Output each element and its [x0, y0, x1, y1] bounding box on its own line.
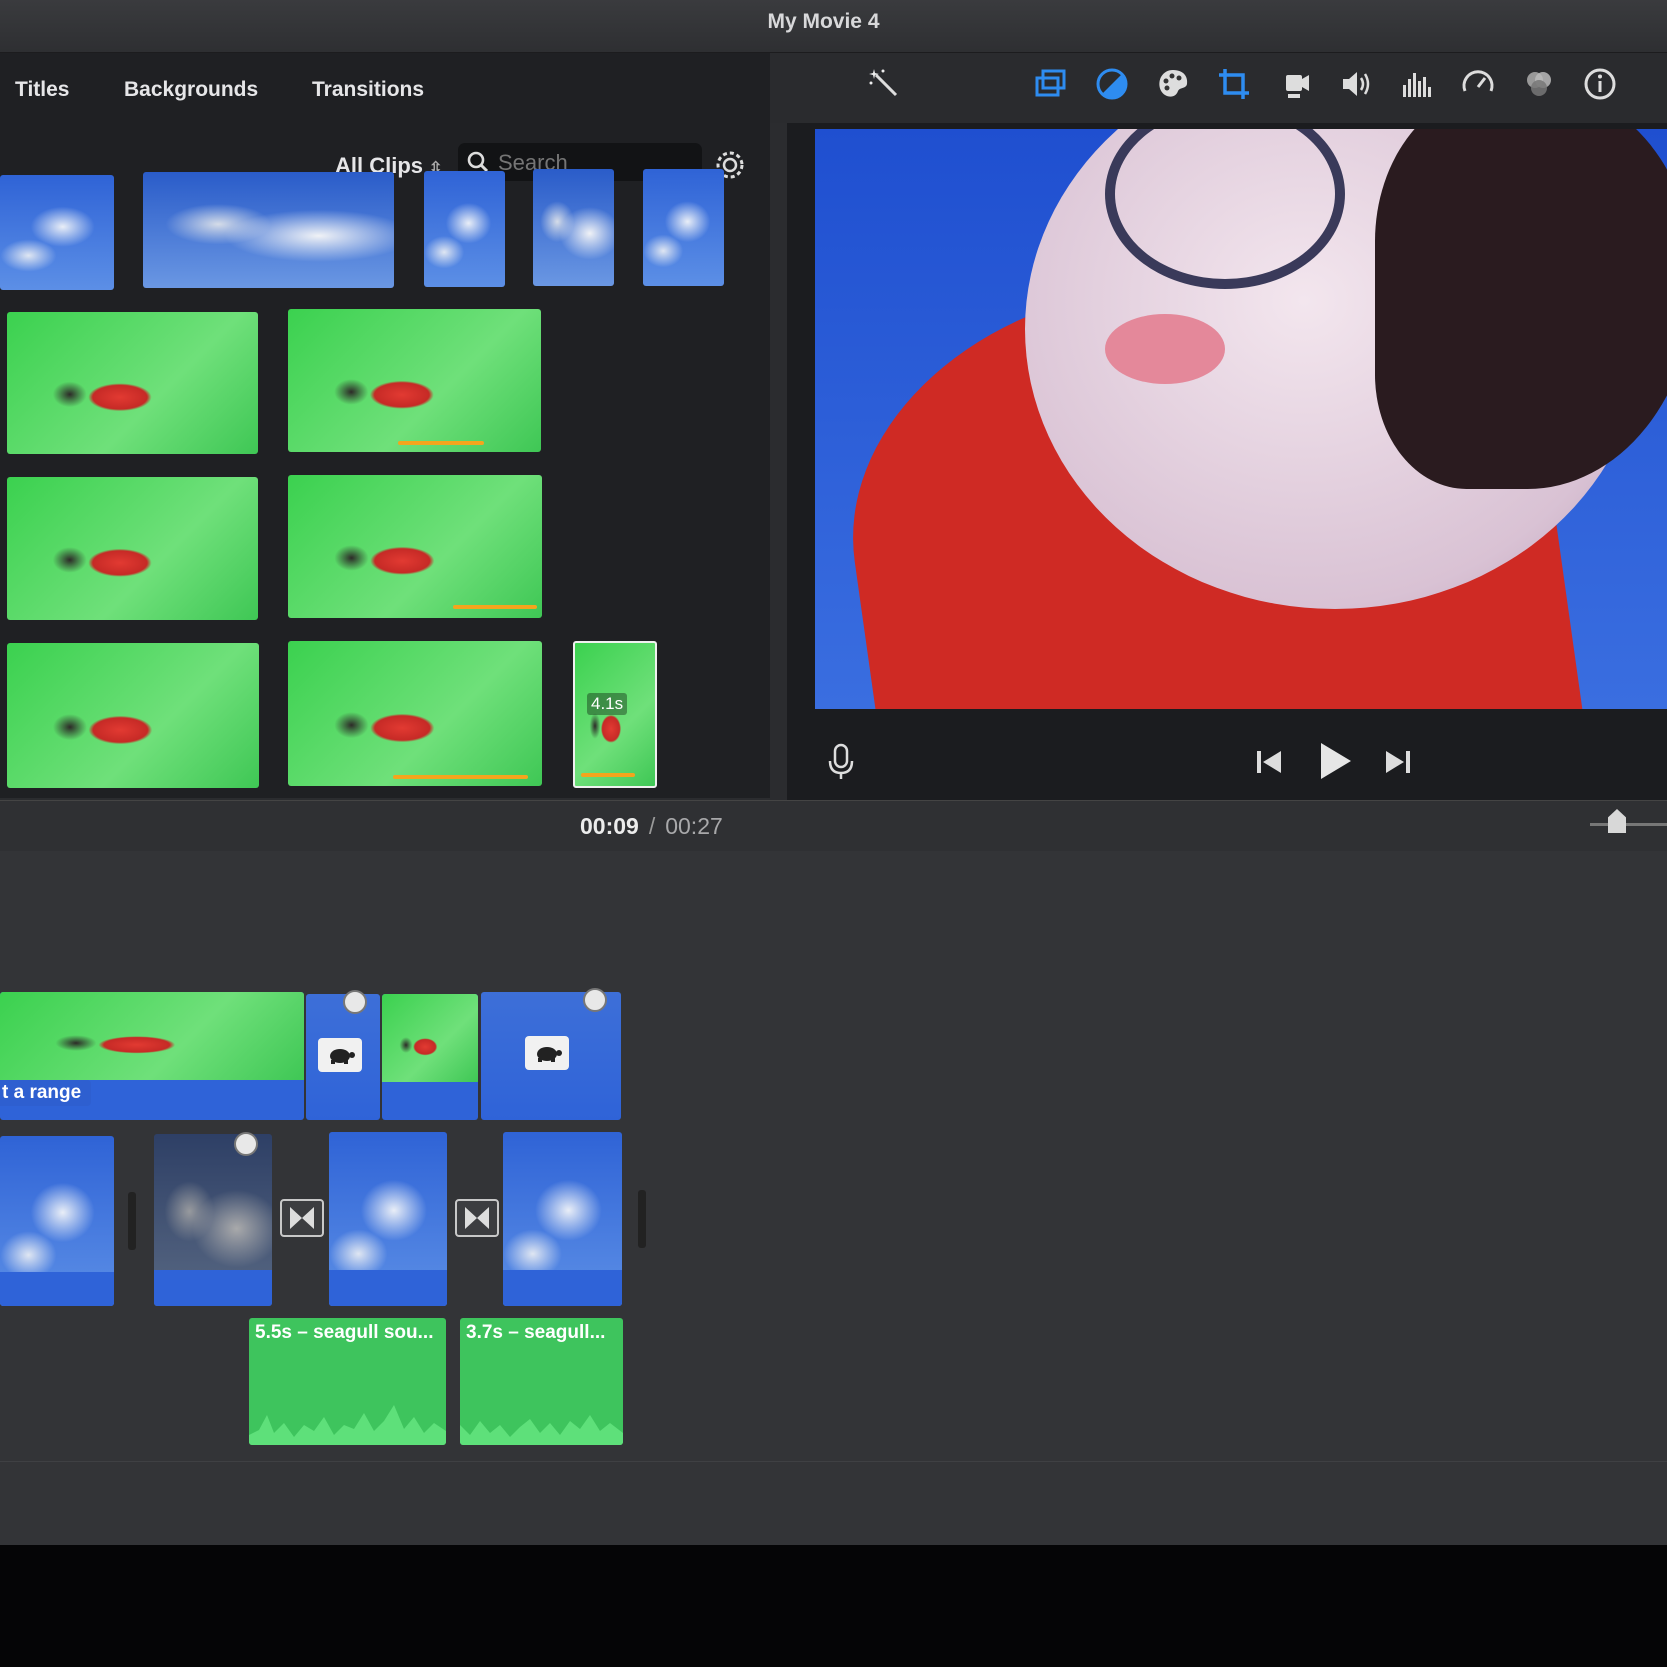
tab-backgrounds[interactable]: Backgrounds	[124, 78, 258, 102]
equalizer-icon[interactable]	[1400, 67, 1434, 101]
background-thumbnail[interactable]	[424, 171, 505, 287]
audio-clip[interactable]: 3.7s – seagull...	[460, 1318, 623, 1445]
window-title: My Movie 4	[767, 10, 880, 33]
audio-waveform	[249, 1405, 446, 1445]
time-separator: /	[648, 813, 656, 839]
clip-thumbnail-selected[interactable]: 4.1s	[573, 641, 657, 788]
play-icon[interactable]	[1317, 741, 1353, 781]
total-time: 00:27	[665, 813, 723, 839]
background-thumbnail[interactable]	[143, 172, 394, 288]
tab-titles[interactable]: Titles	[15, 78, 69, 102]
color-correction-icon[interactable]	[1156, 67, 1190, 101]
adjustments-toolbar	[770, 53, 1667, 123]
clip-thumbnail[interactable]	[7, 312, 258, 454]
current-time: 00:09	[580, 813, 639, 839]
clip-filmstrip	[0, 992, 304, 1080]
timecode: 00:09 / 00:27	[580, 813, 723, 840]
preview-hair	[1375, 129, 1667, 489]
background-thumbnail[interactable]	[0, 175, 114, 290]
audio-clip-label: 5.5s – seagull sou...	[255, 1322, 434, 1343]
color-balance-icon[interactable]	[1095, 67, 1129, 101]
clip-filmstrip	[382, 994, 478, 1082]
used-range-bar	[453, 605, 537, 609]
background-thumbnail[interactable]	[533, 169, 614, 286]
timeline-divider	[0, 1461, 1667, 1462]
clip-bar	[0, 1272, 114, 1306]
browser-tabs: Titles Backgrounds Transitions	[0, 53, 770, 131]
clip-bar	[329, 1270, 447, 1306]
video-clip[interactable]	[382, 994, 478, 1120]
audio-clip-label: 3.7s – seagull...	[466, 1322, 606, 1343]
audio-waveform	[460, 1415, 623, 1445]
clip-bar	[503, 1270, 622, 1306]
monitor-bezel	[0, 1545, 1667, 1667]
clip-gap-marker	[128, 1192, 136, 1250]
viewer	[787, 123, 1667, 800]
range-tooltip: t a range	[0, 1080, 92, 1106]
preview-mouth	[1105, 314, 1225, 384]
used-range-bar	[581, 773, 635, 777]
playback-controls	[787, 713, 1667, 800]
skip-back-icon[interactable]	[1255, 749, 1283, 775]
clip-thumbnail[interactable]	[288, 309, 541, 452]
title-bar: My Movie 4	[0, 0, 1667, 53]
turtle-icon	[525, 1036, 569, 1070]
skip-forward-icon[interactable]	[1384, 749, 1412, 775]
transition-icon[interactable]	[455, 1199, 499, 1237]
turtle-icon	[318, 1038, 362, 1072]
background-clip[interactable]	[503, 1132, 622, 1306]
background-thumbnail[interactable]	[643, 169, 724, 286]
audio-clip[interactable]: 5.5s – seagull sou...	[249, 1318, 446, 1445]
microphone-icon[interactable]	[827, 743, 855, 781]
clip-handle[interactable]	[234, 1132, 258, 1156]
clip-thumbnail[interactable]	[7, 643, 259, 788]
search-icon	[467, 151, 489, 173]
background-clip[interactable]	[329, 1132, 447, 1306]
clip-bar	[154, 1270, 272, 1306]
clip-duration-badge: 4.1s	[587, 693, 628, 715]
clip-filter-icon[interactable]	[1522, 67, 1556, 101]
clip-thumbnail[interactable]	[288, 641, 542, 786]
transition-icon[interactable]	[280, 1199, 324, 1237]
zoom-slider-knob[interactable]	[1608, 809, 1626, 833]
timecode-bar: 00:09 / 00:27	[0, 800, 1667, 852]
video-clip-slow[interactable]	[481, 992, 621, 1120]
clip-gap-marker	[638, 1190, 646, 1248]
crop-icon[interactable]	[1217, 67, 1251, 101]
speed-icon[interactable]	[1461, 67, 1495, 101]
preview-frame[interactable]	[815, 129, 1667, 709]
info-icon[interactable]	[1583, 67, 1617, 101]
speed-handle[interactable]	[343, 990, 367, 1014]
media-browser: Titles Backgrounds Transitions All Clips…	[0, 53, 770, 798]
zoom-slider-track[interactable]	[1590, 823, 1667, 826]
tab-transitions[interactable]: Transitions	[312, 78, 424, 102]
video-clip-slow[interactable]	[306, 994, 380, 1120]
imovie-window: My Movie 4 Titles Backgrounds Transition…	[0, 0, 1667, 1545]
stabilization-icon[interactable]	[1278, 67, 1312, 101]
clip-thumbnail[interactable]	[288, 475, 542, 618]
background-clip[interactable]	[154, 1134, 272, 1306]
used-range-bar	[393, 775, 528, 779]
magic-wand-icon[interactable]	[868, 67, 902, 101]
clip-thumbnail[interactable]	[7, 477, 258, 620]
speed-handle[interactable]	[583, 988, 607, 1012]
video-overlay-icon[interactable]	[1034, 67, 1068, 101]
used-range-bar	[398, 441, 484, 445]
background-clip[interactable]	[0, 1136, 114, 1306]
volume-icon[interactable]	[1339, 67, 1373, 101]
